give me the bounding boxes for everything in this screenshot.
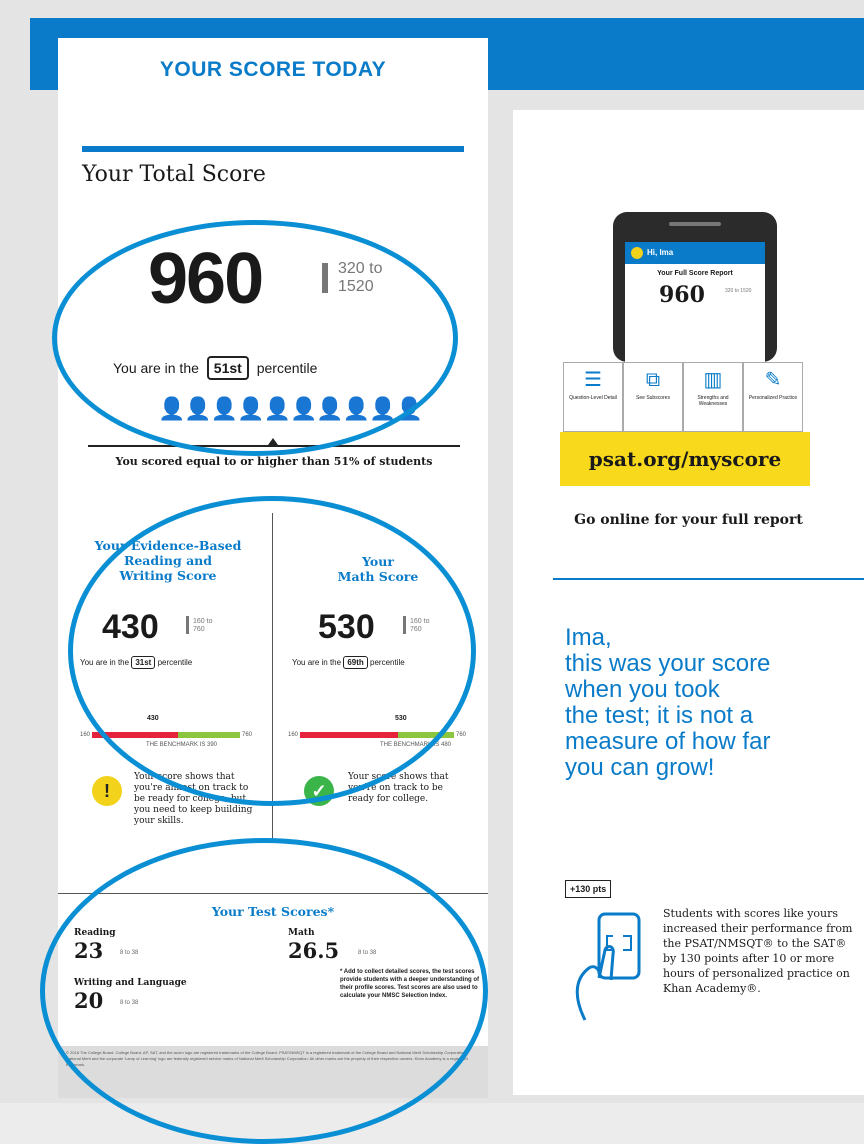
phone-illustration: Your Full Score Report 960 320 to 1520 H… [613, 212, 777, 362]
message-line: you can grow! [565, 754, 715, 781]
bar-chart-icon: ▥ [703, 369, 723, 391]
section-scores-annotation [68, 496, 476, 806]
phone-score: 960 [659, 282, 705, 308]
hand-phone-icon [575, 912, 641, 1021]
encouragement-message: Ima, this was your score when you took t… [565, 625, 855, 781]
hierarchy-icon: ⧉ [645, 369, 661, 391]
scored-statement: You scored equal to or higher than 51% o… [115, 455, 433, 468]
feature-label: Question-Level Detail [569, 395, 617, 401]
feature-practice: ✎ Personalized Practice [743, 362, 803, 432]
list-icon: ☰ [584, 369, 602, 391]
practice-icon: ✎ [764, 369, 782, 391]
phone-greeting: Hi, Ima [647, 248, 674, 257]
test-scores-annotation [40, 838, 488, 1144]
feature-question-detail: ☰ Question-Level Detail [563, 362, 623, 432]
khan-academy-text: Students with scores like yours increase… [663, 907, 853, 995]
panel-title: YOUR SCORE TODAY [159, 58, 387, 81]
message-line: Ima, [565, 624, 612, 651]
message-line: this was your score [565, 650, 771, 677]
title-rule [82, 146, 464, 152]
total-score-heading: Your Total Score [82, 162, 266, 187]
phone-header: Hi, Ima [625, 242, 765, 264]
message-line: when you took [565, 676, 720, 703]
go-online-text: Go online for your full report [574, 512, 803, 528]
warning-icon: ! [92, 776, 122, 806]
section-rule [553, 578, 864, 580]
ebrw-scale-min: 160 [80, 732, 91, 738]
full-report-panel: Your Full Score Report 960 320 to 1520 H… [513, 110, 864, 1095]
feature-label: Strengths and Weaknesses [697, 395, 729, 407]
phone-speaker [669, 222, 721, 226]
points-badge: +130 pts [565, 880, 612, 898]
feature-subscores: ⧉ See Subscores [623, 362, 683, 432]
phone-report-title: Your Full Score Report [657, 270, 733, 277]
feature-label: See Subscores [636, 395, 670, 401]
message-line: measure of how far [565, 728, 771, 755]
feature-label: Personalized Practice [748, 395, 798, 401]
math-scale-max: 760 [456, 732, 467, 738]
score-url-link[interactable]: psat.org/myscore [560, 432, 810, 486]
feature-strengths: ▥ Strengths and Weaknesses [683, 362, 743, 432]
phone-range: 320 to 1520 [725, 288, 752, 294]
total-score-annotation [52, 220, 458, 456]
score-today-panel: YOUR SCORE TODAY Your Total Score 960 32… [40, 38, 488, 1144]
message-line: the test; it is not a [565, 702, 754, 729]
avatar [631, 246, 643, 259]
